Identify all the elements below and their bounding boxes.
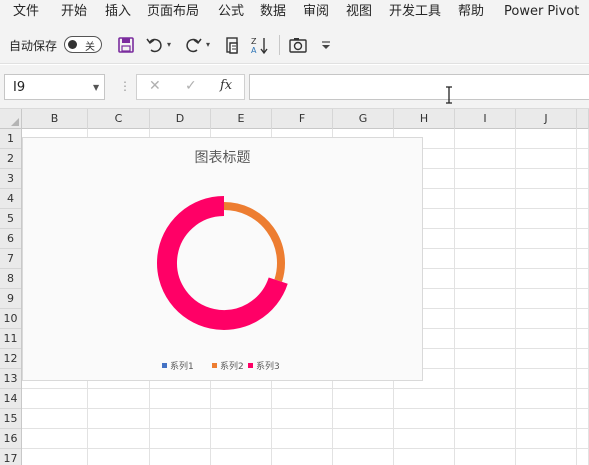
undo-icon[interactable] <box>145 35 165 55</box>
gridline <box>576 129 577 465</box>
chart-legend[interactable]: 系列1 系列2 系列3 <box>23 359 422 373</box>
legend-item[interactable]: 系列3 <box>248 359 280 373</box>
gridline <box>22 428 589 429</box>
toolbar-separator <box>279 35 280 55</box>
confirm-icon[interactable]: ✓ <box>185 78 197 94</box>
column-header[interactable]: I <box>455 109 516 129</box>
donut-plot <box>157 196 288 330</box>
row-header[interactable]: 5 <box>0 209 21 229</box>
cancel-icon[interactable]: ✕ <box>149 78 161 94</box>
text-cursor-icon <box>446 86 452 104</box>
undo-caret-icon[interactable]: ▾ <box>167 40 171 49</box>
row-headers: 1 2 3 4 5 6 7 8 9 10 11 12 13 14 15 16 17 <box>0 129 22 465</box>
donut-slice-2[interactable] <box>223 202 285 282</box>
menu-tab[interactable]: 视图 <box>346 0 372 25</box>
svg-text:A: A <box>251 46 257 55</box>
legend-swatch <box>248 363 253 368</box>
menu-tab[interactable]: 开发工具 <box>389 0 441 25</box>
column-header[interactable]: J <box>516 109 577 129</box>
row-header[interactable]: 12 <box>0 349 21 369</box>
legend-label: 系列2 <box>220 362 244 372</box>
insert-function-button[interactable]: fx <box>220 78 232 93</box>
gridline <box>22 448 589 449</box>
legend-label: 系列3 <box>256 362 280 372</box>
autosave-state: 关 <box>85 42 95 53</box>
name-box-value: I9 <box>13 80 26 95</box>
corner-triangle-icon <box>11 118 19 126</box>
chevron-down-icon[interactable]: ▼ <box>93 83 99 92</box>
column-header[interactable]: F <box>272 109 333 129</box>
menu-tab[interactable]: 文件 <box>13 0 39 25</box>
doughnut-chart[interactable]: 图表标题 系列1 系列2 系列3 <box>22 137 423 381</box>
row-header[interactable]: 13 <box>0 369 21 389</box>
clipboard-icon[interactable] <box>223 35 243 55</box>
menu-tab[interactable]: 公式 <box>218 0 244 25</box>
row-header[interactable]: 4 <box>0 189 21 209</box>
legend-swatch <box>212 363 217 368</box>
menu-tab[interactable]: 开始 <box>61 0 87 25</box>
gridline <box>22 408 589 409</box>
menu-tab[interactable]: 审阅 <box>303 0 329 25</box>
autosave-label: 自动保存 <box>9 39 58 53</box>
menu-tab[interactable]: 数据 <box>260 0 286 25</box>
legend-item[interactable]: 系列1 <box>162 359 194 373</box>
row-header[interactable]: 3 <box>0 169 21 189</box>
sort-az-icon[interactable]: Z A <box>250 35 270 55</box>
column-header[interactable]: G <box>333 109 394 129</box>
formula-input[interactable] <box>249 74 589 100</box>
quick-access-toolbar: 自动保存 关 ▾ ▾ Z A <box>0 25 589 64</box>
gridline <box>515 129 516 465</box>
menu-tab[interactable]: Power Pivot <box>504 0 579 25</box>
column-header[interactable]: B <box>22 109 88 129</box>
row-header[interactable]: 16 <box>0 429 21 449</box>
legend-swatch <box>162 363 167 368</box>
column-header[interactable]: E <box>211 109 272 129</box>
autosave-toggle[interactable]: 关 <box>64 36 102 53</box>
row-header[interactable]: 14 <box>0 389 21 409</box>
menu-tab[interactable]: 页面布局 <box>147 0 199 25</box>
customize-caret-icon[interactable] <box>316 35 336 55</box>
gridline <box>22 388 589 389</box>
column-headers: BCDEFGHIJ <box>22 109 589 129</box>
name-box[interactable]: I9 ▼ <box>4 74 105 100</box>
save-icon[interactable] <box>116 35 136 55</box>
row-header[interactable]: 9 <box>0 289 21 309</box>
menu-tab[interactable]: 帮助 <box>458 0 484 25</box>
select-all-corner[interactable] <box>0 109 22 129</box>
row-header[interactable]: 8 <box>0 269 21 289</box>
row-header[interactable]: 10 <box>0 309 21 329</box>
row-header[interactable]: 7 <box>0 249 21 269</box>
row-header[interactable]: 2 <box>0 149 21 169</box>
menu-tab[interactable]: 插入 <box>105 0 131 25</box>
toggle-knob <box>68 40 77 49</box>
column-header[interactable] <box>577 109 589 129</box>
row-header[interactable]: 6 <box>0 229 21 249</box>
camera-icon[interactable] <box>288 35 308 55</box>
formula-buttons: ✕ ✓ fx <box>136 74 245 100</box>
row-header[interactable]: 1 <box>0 129 21 149</box>
legend-item[interactable]: 系列2 <box>212 359 244 373</box>
ribbon-tab-bar: 文件 开始 插入 页面布局 公式 数据 审阅 视图 开发工具 帮助 Power Pivot <box>0 0 589 25</box>
legend-label: 系列1 <box>170 362 194 372</box>
row-header[interactable]: 15 <box>0 409 21 429</box>
column-header[interactable]: D <box>150 109 211 129</box>
formula-bar: I9 ▼ ⋮ ✕ ✓ fx <box>0 65 589 109</box>
row-header[interactable]: 11 <box>0 329 21 349</box>
formula-bar-resize-handle[interactable]: ⋮ <box>119 79 131 93</box>
column-header[interactable]: H <box>394 109 455 129</box>
redo-icon[interactable] <box>183 35 203 55</box>
svg-text:Z: Z <box>251 37 257 46</box>
gridline <box>454 129 455 465</box>
redo-caret-icon[interactable]: ▾ <box>206 40 210 49</box>
row-header[interactable]: 17 <box>0 449 21 465</box>
column-header[interactable]: C <box>88 109 150 129</box>
